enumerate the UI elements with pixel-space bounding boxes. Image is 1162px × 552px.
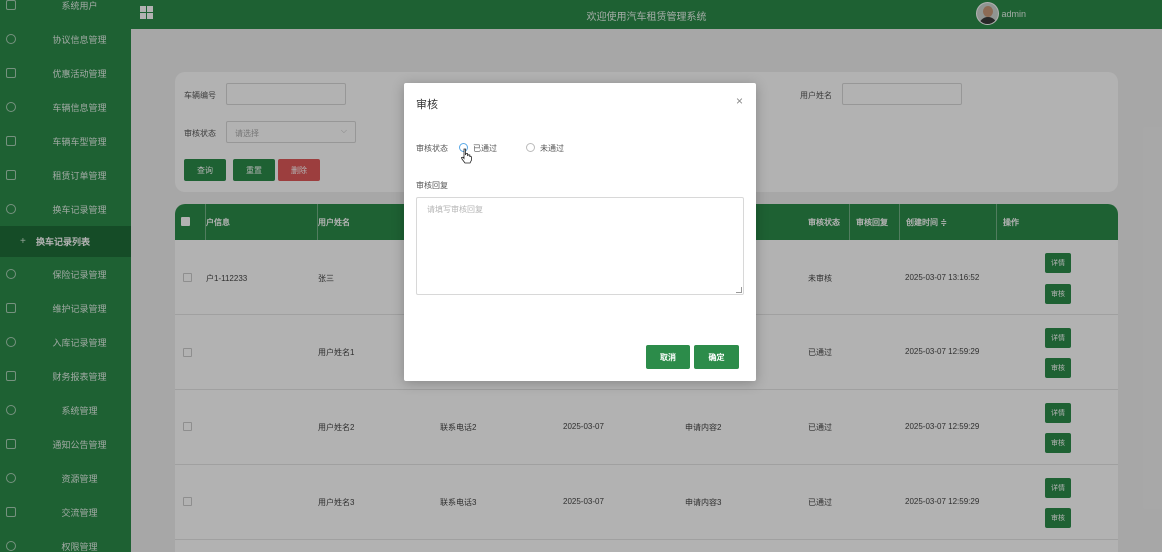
review-status-label: 审核状态 xyxy=(416,144,448,153)
review-dialog: 审核 × 审核状态 已通过 未通过 审核回复 请填写审核回复 取消 确定 xyxy=(404,83,756,381)
review-reply-label: 审核回复 xyxy=(416,181,448,190)
radio-pass-label[interactable]: 已通过 xyxy=(473,143,497,154)
radio-fail-label[interactable]: 未通过 xyxy=(540,143,564,154)
resize-handle-icon[interactable] xyxy=(736,287,742,293)
cancel-button[interactable]: 取消 xyxy=(646,345,690,369)
reply-placeholder: 请填写审核回复 xyxy=(427,205,483,214)
dialog-title: 审核 xyxy=(416,99,438,111)
review-reply-textarea[interactable]: 请填写审核回复 xyxy=(416,197,744,295)
confirm-button[interactable]: 确定 xyxy=(694,345,739,369)
close-icon[interactable]: × xyxy=(736,94,743,108)
hand-cursor-icon xyxy=(460,148,472,164)
radio-fail[interactable] xyxy=(526,143,535,152)
